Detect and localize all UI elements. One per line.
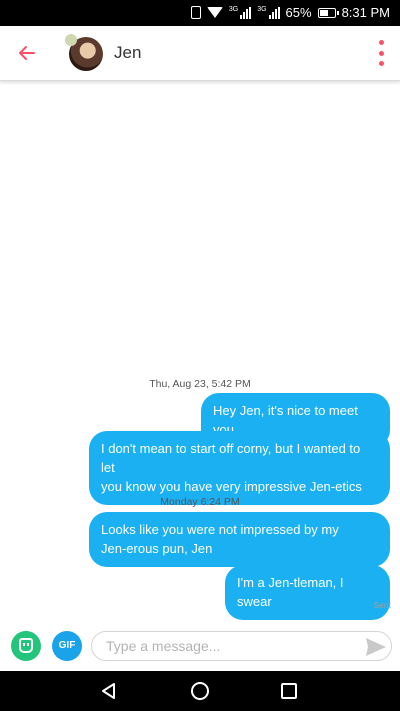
message-bubble[interactable]: I don't mean to start off corny, but I w… <box>89 431 390 505</box>
nav-back-icon <box>102 683 115 699</box>
nav-recents-icon <box>281 683 297 699</box>
clock: 8:31 PM <box>341 5 390 20</box>
message-composer: GIF <box>0 620 400 671</box>
send-button[interactable] <box>365 637 387 657</box>
more-options-button[interactable] <box>376 40 386 66</box>
wifi-icon <box>206 7 223 18</box>
timestamp: Monday 6:24 PM <box>160 496 240 508</box>
signal-icon <box>240 6 252 19</box>
signal-icon <box>268 6 280 19</box>
message-bubble[interactable]: I'm a Jen-tleman, I swear <box>225 565 390 620</box>
nav-back-button[interactable] <box>99 681 119 701</box>
nav-home-button[interactable] <box>190 681 210 701</box>
battery-icon <box>317 7 339 18</box>
timestamp: Thu, Aug 23, 5:42 PM <box>149 378 251 390</box>
sticker-button[interactable] <box>11 631 41 661</box>
network-type-1: 3G <box>228 6 239 13</box>
avatar[interactable] <box>65 34 103 71</box>
chat-header: Jen <box>0 26 400 81</box>
status-bar: 3G 3G 65% 8:31 PM <box>0 0 400 26</box>
contact-name[interactable]: Jen <box>114 43 141 63</box>
message-input[interactable] <box>91 631 392 661</box>
vibrate-icon <box>190 6 201 19</box>
more-vertical-icon <box>378 40 384 66</box>
back-button[interactable] <box>14 40 40 66</box>
network-type-2: 3G <box>257 6 267 13</box>
nav-home-icon <box>191 682 209 700</box>
sent-status: Sent <box>373 600 392 610</box>
nav-recents-button[interactable] <box>280 682 298 700</box>
message-bubble[interactable]: Looks like you were not impressed by my … <box>89 512 390 567</box>
send-icon <box>366 638 386 656</box>
arrow-left-icon <box>19 46 35 60</box>
battery-percent: 65% <box>285 5 312 20</box>
sticker-icon <box>19 638 33 653</box>
gif-button[interactable]: GIF <box>52 631 82 661</box>
system-nav-bar <box>0 671 400 711</box>
